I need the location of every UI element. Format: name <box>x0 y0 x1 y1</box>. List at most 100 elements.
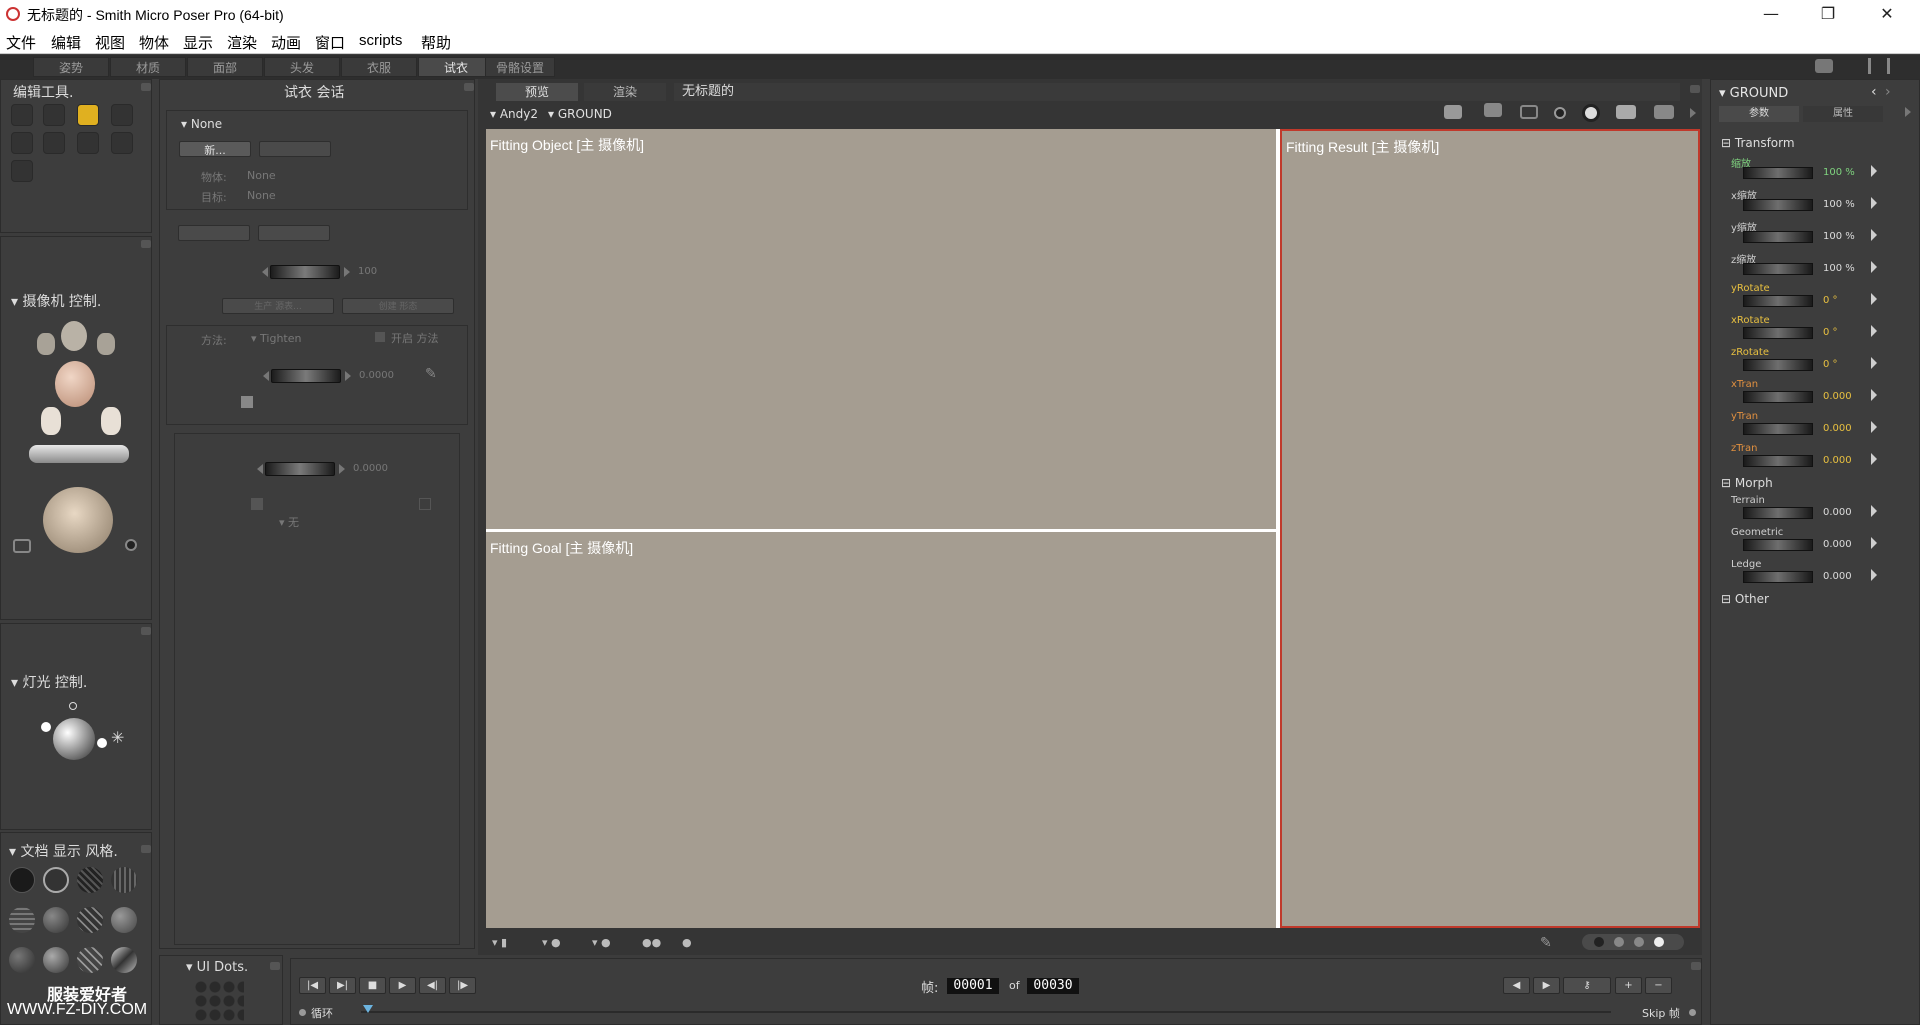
tab-material[interactable]: 材质 <box>110 57 186 77</box>
ground-toggle-icon[interactable]: ▾ ▮ <box>492 936 507 949</box>
left-arm-icon[interactable] <box>41 407 61 435</box>
smooth-lined-style-icon[interactable] <box>77 947 103 973</box>
rotate-tool-icon[interactable] <box>43 104 65 126</box>
param-value[interactable]: 100 % <box>1823 231 1855 242</box>
loop-radio[interactable] <box>299 1009 306 1016</box>
param-geometric[interactable]: Geometric 0.000 <box>1711 527 1879 559</box>
menu-view[interactable]: 视图 <box>95 32 125 53</box>
wireframe-style-icon[interactable] <box>77 867 103 893</box>
face-camera-icon[interactable] <box>61 321 87 351</box>
param-dial[interactable] <box>1743 571 1813 583</box>
sub-checkbox[interactable] <box>251 498 263 510</box>
param-menu-icon[interactable] <box>1871 569 1877 581</box>
head-camera-icon[interactable] <box>55 361 95 407</box>
area-render-icon[interactable] <box>1520 105 1538 119</box>
layout-dot-3[interactable] <box>1634 937 1644 947</box>
param-menu-icon[interactable] <box>1871 261 1877 273</box>
skip-frames-radio[interactable] <box>1689 1009 1696 1016</box>
camera-rotate-sphere-icon[interactable] <box>43 487 113 553</box>
param-ytran[interactable]: yTran 0.000 <box>1711 411 1879 443</box>
tracking-mode-icon[interactable]: ▾ ● <box>592 936 611 949</box>
delete-keyframe-button[interactable]: − <box>1645 977 1672 994</box>
param-value[interactable]: 0.000 <box>1823 507 1852 518</box>
render-camera-icon[interactable] <box>1484 103 1502 117</box>
tab-hair[interactable]: 头发 <box>264 57 340 77</box>
dial-increase-icon[interactable] <box>345 371 351 381</box>
camera-animate-icon[interactable] <box>125 539 137 551</box>
flat-shaded-style-icon[interactable] <box>43 907 69 933</box>
layout-dot-1[interactable] <box>1594 937 1604 947</box>
light-handle-icon[interactable] <box>41 722 51 732</box>
tab-rigging[interactable]: 骨骼设置 <box>485 57 555 77</box>
param-value[interactable]: 0.000 <box>1823 391 1852 402</box>
actor-selector[interactable]: ▾ GROUND <box>548 107 612 121</box>
tab-setup[interactable]: 试衣 <box>418 57 494 77</box>
panel-menu-icon[interactable] <box>1690 85 1700 93</box>
hidden-line-style-icon[interactable] <box>111 867 137 893</box>
key-frames-button[interactable]: ⚷ <box>1563 977 1611 994</box>
scale-tool-icon[interactable] <box>11 132 33 154</box>
generate-map-button[interactable]: 生产 源表... <box>222 298 334 314</box>
param-value[interactable]: 100 % <box>1823 167 1855 178</box>
silhouette-style-icon[interactable] <box>9 867 35 893</box>
param-menu-icon[interactable] <box>1871 293 1877 305</box>
param-xrotate[interactable]: xRotate 0 ° <box>1711 315 1879 347</box>
translate-z-tool-icon[interactable] <box>111 104 133 126</box>
camera-trackball-icon[interactable] <box>29 445 129 463</box>
method-dropdown[interactable]: ▾ Tighten <box>251 332 301 345</box>
param-dial[interactable] <box>1743 167 1813 179</box>
param-menu-icon[interactable] <box>1871 389 1877 401</box>
param-menu-icon[interactable] <box>1871 537 1877 549</box>
timeline-track[interactable] <box>361 1011 1611 1013</box>
param-value[interactable]: 0 ° <box>1823 295 1838 306</box>
param-xscale[interactable]: x缩放 100 % <box>1711 187 1879 219</box>
right-hand-camera-icon[interactable] <box>97 333 115 355</box>
new-simulation-button[interactable]: 新... <box>179 141 251 157</box>
menu-help[interactable]: 帮助 <box>421 32 451 53</box>
add-keyframe-button[interactable]: + <box>1615 977 1642 994</box>
settings-button[interactable] <box>259 141 331 157</box>
param-zrotate[interactable]: zRotate 0 ° <box>1711 347 1879 379</box>
param-terrain[interactable]: Terrain 0.000 <box>1711 495 1879 527</box>
menu-render[interactable]: 渲染 <box>227 32 257 53</box>
menu-object[interactable]: 物体 <box>139 32 169 53</box>
cartoon-line-style-icon[interactable] <box>9 947 35 973</box>
go-end-button[interactable]: ▶| <box>329 977 356 994</box>
timeline-scrubber[interactable] <box>363 1005 373 1013</box>
param-dial[interactable] <box>1743 199 1813 211</box>
restore-button[interactable]: ❐ <box>1805 0 1851 28</box>
blank-button-1[interactable] <box>178 225 250 241</box>
param-ledge[interactable]: Ledge 0.000 <box>1711 559 1879 591</box>
move-tool-icon[interactable] <box>77 104 99 126</box>
panel-menu-icon[interactable] <box>141 83 151 91</box>
param-menu-icon[interactable] <box>1871 165 1877 177</box>
param-zscale[interactable]: z缩放 100 % <box>1711 251 1879 283</box>
tab-preview[interactable]: 预览 <box>496 83 578 101</box>
fitting-goal-viewport[interactable]: Fitting Goal [主 摄像机] <box>486 532 1276 928</box>
param-value[interactable]: 100 % <box>1823 263 1855 274</box>
param-value[interactable]: 0 ° <box>1823 327 1838 338</box>
morph-group[interactable]: ⊟ Morph <box>1721 476 1773 490</box>
smooth-shaded-style-icon[interactable] <box>43 947 69 973</box>
param-value[interactable]: 0.000 <box>1823 539 1852 550</box>
layout-dot-4[interactable] <box>1654 937 1664 947</box>
param-yrotate[interactable]: yRotate 0 ° <box>1711 283 1879 315</box>
dial-decrease-icon[interactable] <box>263 371 269 381</box>
param-dial[interactable] <box>1743 327 1813 339</box>
dial-increase-icon[interactable] <box>339 464 345 474</box>
library-icon[interactable] <box>1868 58 1890 74</box>
camera-icon[interactable] <box>1444 105 1462 119</box>
param-scale[interactable]: 缩放 100 % <box>1711 155 1879 187</box>
param-dial[interactable] <box>1743 455 1813 467</box>
texture-shaded-style-icon[interactable] <box>111 947 137 973</box>
depth-cue-icon[interactable]: ▾ ● <box>542 936 561 949</box>
tab-cloth[interactable]: 衣服 <box>341 57 417 77</box>
cloth-selector[interactable]: ▾ None <box>181 117 222 131</box>
prev-key-button[interactable]: ◀ <box>1503 977 1530 994</box>
menu-animation[interactable]: 动画 <box>271 32 301 53</box>
motion-camera-icon[interactable] <box>1616 105 1636 119</box>
panel-menu-icon[interactable] <box>141 240 151 248</box>
record-icon[interactable] <box>1554 107 1566 119</box>
param-value[interactable]: 0.000 <box>1823 423 1852 434</box>
param-dial[interactable] <box>1743 359 1813 371</box>
